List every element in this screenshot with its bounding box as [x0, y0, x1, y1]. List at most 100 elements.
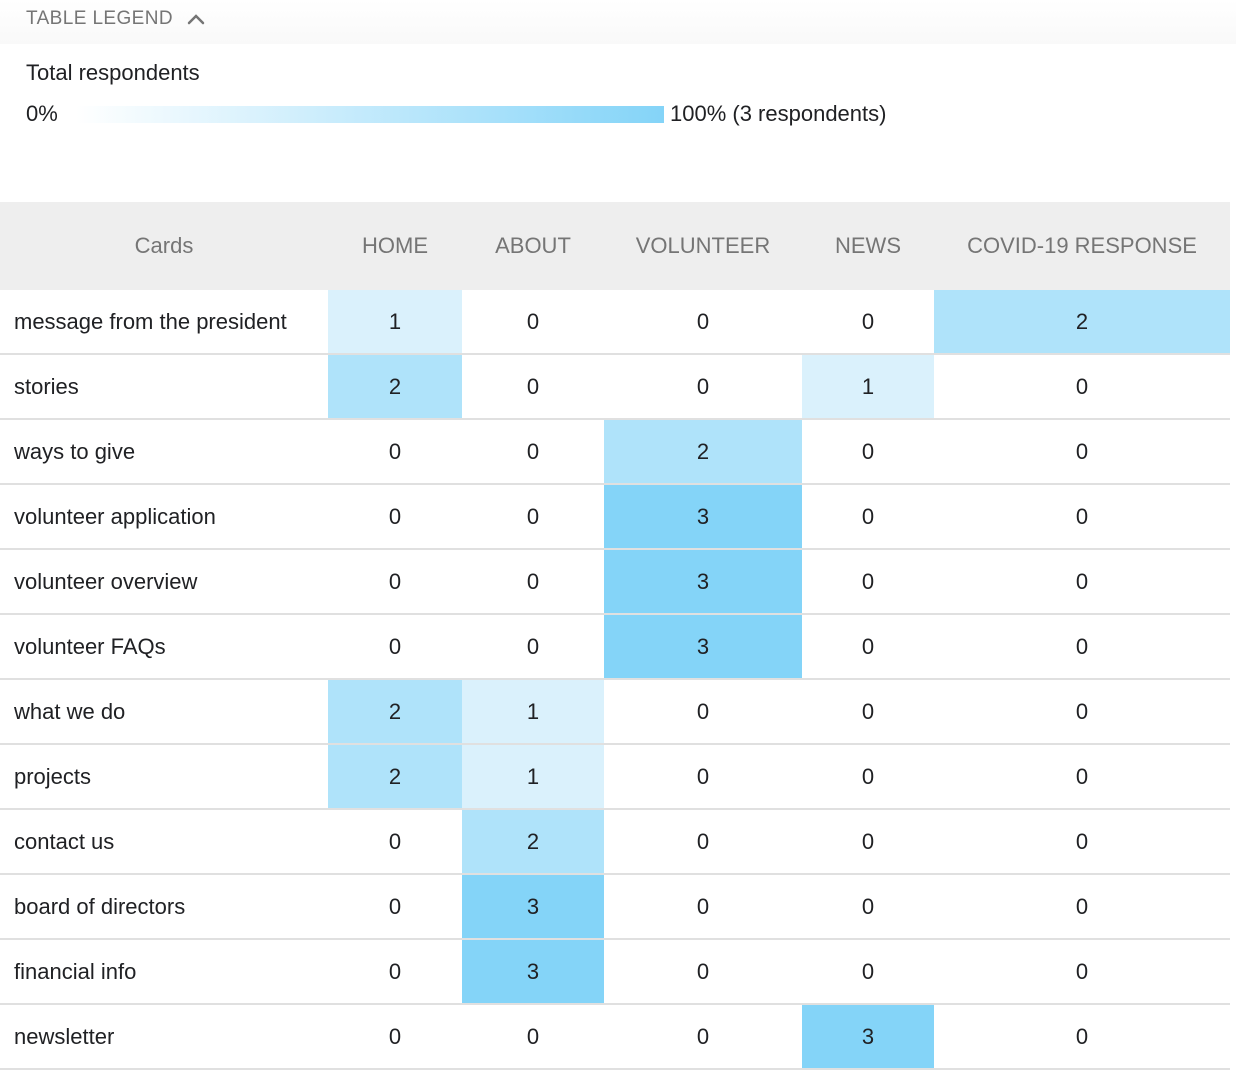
table-row: projects 2 1 0 0 0	[0, 744, 1230, 810]
count-cell: 0	[802, 744, 934, 810]
table-body: message from the president 1 0 0 0 2 stories 2 0…	[0, 290, 1230, 1070]
count-cell: 0	[934, 614, 1230, 680]
card-name-cell: volunteer application	[0, 484, 328, 550]
count-cell: 0	[604, 354, 802, 420]
count-cell: 0	[934, 419, 1230, 485]
count-cell: 2	[328, 354, 462, 420]
count-cell: 0	[934, 679, 1230, 745]
table-row: stories 2 0 0 1 0	[0, 354, 1230, 420]
table-row: contact us 0 2 0 0 0	[0, 809, 1230, 875]
count-cell: 3	[604, 484, 802, 550]
count-cell: 2	[934, 290, 1230, 355]
count-cell: 0	[328, 484, 462, 550]
count-cell: 0	[328, 939, 462, 1005]
legend-title: TABLE LEGEND	[26, 8, 173, 29]
card-name-cell: stories	[0, 354, 328, 420]
legend-gradient-bar	[76, 106, 664, 123]
count-cell: 0	[462, 290, 604, 355]
count-cell: 0	[462, 549, 604, 615]
count-cell: 3	[802, 1004, 934, 1070]
card-name-cell: newsletter	[0, 1004, 328, 1070]
count-cell: 1	[462, 679, 604, 745]
table-row: newsletter 0 0 0 3 0	[0, 1004, 1230, 1070]
card-name-cell: what we do	[0, 679, 328, 745]
table-row: board of directors 0 3 0 0 0	[0, 874, 1230, 940]
count-cell: 0	[934, 809, 1230, 875]
column-header-cards[interactable]: Cards	[0, 202, 328, 290]
legend-scale-max: 100% (3 respondents)	[670, 101, 887, 126]
column-header-home[interactable]: HOME	[328, 202, 462, 290]
count-cell: 0	[604, 290, 802, 355]
count-cell: 3	[462, 874, 604, 940]
count-cell: 1	[802, 354, 934, 420]
card-name-cell: projects	[0, 744, 328, 810]
table-row: volunteer application 0 0 3 0 0	[0, 484, 1230, 550]
column-header-about[interactable]: ABOUT	[462, 202, 604, 290]
count-cell: 0	[604, 809, 802, 875]
legend-subtitle: Total respondents	[26, 60, 200, 85]
card-name-cell: volunteer overview	[0, 549, 328, 615]
count-cell: 0	[934, 484, 1230, 550]
count-cell: 0	[328, 549, 462, 615]
count-cell: 0	[802, 290, 934, 355]
count-cell: 2	[328, 679, 462, 745]
legend-header: TABLE LEGEND	[0, 0, 1236, 44]
card-name-cell: board of directors	[0, 874, 328, 940]
results-matrix: Cards HOME ABOUT VOLUNTEER NEWS COVID-19…	[0, 202, 1230, 1070]
table-header-row: Cards HOME ABOUT VOLUNTEER NEWS COVID-19…	[0, 202, 1230, 290]
legend-scale-min: 0%	[26, 101, 58, 126]
count-cell: 3	[462, 939, 604, 1005]
column-header-volunteer[interactable]: VOLUNTEER	[604, 202, 802, 290]
count-cell: 0	[934, 354, 1230, 420]
count-cell: 0	[802, 549, 934, 615]
column-header-covid-response[interactable]: COVID-19 RESPONSE	[934, 202, 1230, 290]
count-cell: 0	[604, 679, 802, 745]
card-name-cell: contact us	[0, 809, 328, 875]
count-cell: 0	[328, 1004, 462, 1070]
count-cell: 0	[802, 679, 934, 745]
count-cell: 0	[934, 549, 1230, 615]
count-cell: 0	[604, 1004, 802, 1070]
count-cell: 0	[462, 419, 604, 485]
count-cell: 0	[934, 1004, 1230, 1070]
card-name-cell: financial info	[0, 939, 328, 1005]
count-cell: 0	[802, 614, 934, 680]
card-name-cell: ways to give	[0, 419, 328, 485]
card-name-cell: message from the president	[0, 290, 328, 355]
table-row: message from the president 1 0 0 0 2	[0, 290, 1230, 355]
count-cell: 1	[328, 290, 462, 355]
count-cell: 0	[604, 939, 802, 1005]
chevron-up-icon	[187, 13, 205, 25]
count-cell: 0	[934, 874, 1230, 940]
count-cell: 0	[934, 939, 1230, 1005]
count-cell: 0	[802, 419, 934, 485]
column-header-news[interactable]: NEWS	[802, 202, 934, 290]
count-cell: 0	[802, 809, 934, 875]
count-cell: 3	[604, 614, 802, 680]
count-cell: 2	[328, 744, 462, 810]
count-cell: 0	[328, 874, 462, 940]
count-cell: 1	[462, 744, 604, 810]
table-row: volunteer FAQs 0 0 3 0 0	[0, 614, 1230, 680]
count-cell: 0	[328, 809, 462, 875]
count-cell: 0	[802, 874, 934, 940]
count-cell: 0	[462, 354, 604, 420]
table-row: ways to give 0 0 2 0 0	[0, 419, 1230, 485]
table-row: what we do 2 1 0 0 0	[0, 679, 1230, 745]
count-cell: 0	[328, 614, 462, 680]
count-cell: 0	[604, 744, 802, 810]
table-row: financial info 0 3 0 0 0	[0, 939, 1230, 1005]
count-cell: 0	[604, 874, 802, 940]
count-cell: 0	[462, 614, 604, 680]
count-cell: 0	[462, 1004, 604, 1070]
count-cell: 0	[802, 484, 934, 550]
table-legend-toggle[interactable]: TABLE LEGEND	[26, 6, 205, 32]
card-name-cell: volunteer FAQs	[0, 614, 328, 680]
table-row: volunteer overview 0 0 3 0 0	[0, 549, 1230, 615]
count-cell: 2	[462, 809, 604, 875]
count-cell: 0	[328, 419, 462, 485]
count-cell: 0	[934, 744, 1230, 810]
count-cell: 0	[802, 939, 934, 1005]
count-cell: 2	[604, 419, 802, 485]
count-cell: 0	[462, 484, 604, 550]
